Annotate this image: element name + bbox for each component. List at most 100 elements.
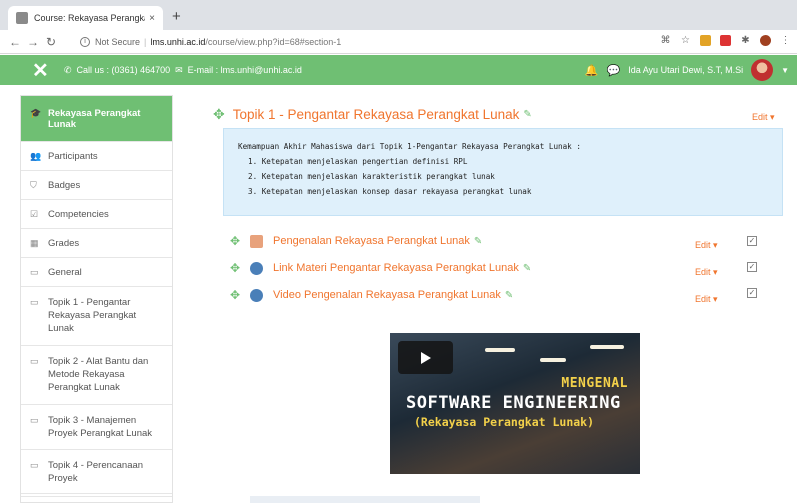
drawer-item-label: Rekayasa Perangkat Lunak bbox=[48, 108, 141, 130]
user-area: 🔔 💬 Ida Ayu Utari Dewi, S.T, M.Si ▼ bbox=[585, 59, 789, 81]
puzzle-icon[interactable]: ✱ bbox=[740, 35, 751, 46]
section-header: ✥ Topik 1 - Pengantar Rekayasa Perangkat… bbox=[213, 106, 532, 123]
star-icon[interactable]: ☆ bbox=[680, 35, 691, 46]
play-icon bbox=[420, 351, 431, 364]
drawer-item-label: Topik 2 - Alat Bantu dan Metode Rekayasa… bbox=[48, 356, 149, 393]
folder-icon: ▭ bbox=[30, 415, 39, 425]
drawer-item-topik-1[interactable]: ▭ Topik 1 - Pengantar Rekayasa Perangkat… bbox=[21, 287, 172, 346]
ceiling-light bbox=[540, 358, 566, 362]
edit-label: Edit bbox=[695, 267, 711, 277]
tab-close-icon[interactable]: × bbox=[149, 13, 155, 24]
play-button[interactable] bbox=[398, 341, 453, 374]
pencil-icon[interactable]: ✎ bbox=[474, 236, 482, 247]
activity-item: ✥ Video Pengenalan Rekayasa Perangkat Lu… bbox=[230, 286, 513, 304]
drawer-item-competencies[interactable]: ☑ Competencies bbox=[21, 200, 172, 229]
activity-item: ✥ Pengenalan Rekayasa Perangkat Lunak ✎ bbox=[230, 232, 482, 250]
browser-toolbar: ← → ↻ i Not Secure | lms.unhi.ac.id /cou… bbox=[0, 30, 797, 54]
moodle-favicon-icon bbox=[16, 12, 28, 24]
drawer-item-course[interactable]: 🎓 Rekayasa Perangkat Lunak bbox=[21, 96, 172, 142]
site-navbar: ✕ ✆ Call us : (0361) 464700 ✉ E-mail : l… bbox=[0, 55, 797, 85]
reload-icon[interactable]: ↻ bbox=[42, 35, 60, 49]
activity-name[interactable]: Pengenalan Rekayasa Perangkat Lunak bbox=[273, 235, 470, 247]
move-icon[interactable]: ✥ bbox=[230, 288, 250, 302]
drawer-close-button[interactable]: ✕ bbox=[32, 58, 50, 83]
ceiling-light bbox=[590, 345, 624, 349]
browser-tab-strip: Course: Rekayasa Perangkat L × + bbox=[0, 0, 797, 30]
activity-name[interactable]: Link Materi Pengantar Rekayasa Perangkat… bbox=[273, 262, 519, 274]
ceiling-light bbox=[485, 348, 515, 352]
users-icon: 👥 bbox=[30, 151, 42, 161]
move-icon[interactable]: ✥ bbox=[230, 261, 250, 275]
back-arrow-icon[interactable]: ← bbox=[6, 35, 24, 49]
table-icon: ▦ bbox=[30, 238, 39, 248]
next-activity-peek bbox=[230, 494, 760, 503]
folder-icon: ▭ bbox=[30, 356, 39, 366]
url-path: /course/view.php?id=68#section-1 bbox=[205, 36, 342, 47]
url-separator: | bbox=[144, 36, 147, 47]
drawer-item-label: Topik 1 - Pengantar Rekayasa Perangkat L… bbox=[48, 297, 137, 334]
mail-icon: ✉ bbox=[175, 64, 183, 75]
pencil-icon[interactable]: ✎ bbox=[505, 290, 513, 301]
phone-icon: ✆ bbox=[64, 64, 72, 75]
completion-checkbox[interactable]: ✓ bbox=[747, 236, 757, 246]
pencil-icon[interactable]: ✎ bbox=[523, 263, 531, 274]
drawer-item-label: Topik 4 - Perencanaan Proyek bbox=[48, 460, 144, 484]
avatar[interactable] bbox=[751, 59, 774, 81]
nav-drawer: 🎓 Rekayasa Perangkat Lunak 👥 Participant… bbox=[20, 95, 173, 503]
link-icon bbox=[250, 288, 263, 302]
chat-icon[interactable]: 💬 bbox=[607, 64, 621, 77]
activity-name[interactable]: Video Pengenalan Rekayasa Perangkat Luna… bbox=[273, 289, 501, 301]
drawer-item-participants[interactable]: 👥 Participants bbox=[21, 142, 172, 171]
contact-info: ✆ Call us : (0361) 464700 ✉ E-mail : lms… bbox=[64, 65, 302, 76]
completion-checkbox[interactable]: ✓ bbox=[747, 288, 757, 298]
section-edit-menu[interactable]: Edit ▾ bbox=[752, 112, 775, 123]
address-bar[interactable]: i Not Secure | lms.unhi.ac.id /course/vi… bbox=[80, 32, 680, 51]
move-icon[interactable]: ✥ bbox=[213, 106, 225, 123]
drawer-item-grades[interactable]: ▦ Grades bbox=[21, 229, 172, 258]
summary-intro: Kemampuan Akhir Mahasiswa dari Topik 1-P… bbox=[238, 142, 581, 151]
activity-edit-menu[interactable]: Edit ▾ bbox=[695, 267, 718, 278]
folder-icon: ▭ bbox=[30, 460, 39, 470]
url-host: lms.unhi.ac.id bbox=[150, 36, 206, 47]
extension-icon[interactable] bbox=[720, 35, 731, 46]
drawer-item-topik-4[interactable]: ▭ Topik 4 - Perencanaan Proyek bbox=[21, 450, 172, 494]
video-title-line2: SOFTWARE ENGINEERING bbox=[406, 393, 621, 413]
profile-avatar-icon[interactable] bbox=[760, 35, 771, 46]
edit-label: Edit bbox=[695, 294, 711, 304]
menu-dots-icon[interactable]: ⋮ bbox=[780, 35, 791, 46]
section-title[interactable]: Topik 1 - Pengantar Rekayasa Perangkat L… bbox=[233, 107, 520, 122]
drawer-item-label: Competencies bbox=[48, 209, 109, 220]
move-icon[interactable]: ✥ bbox=[230, 234, 250, 248]
new-tab-button[interactable]: + bbox=[172, 8, 181, 25]
edit-label: Edit bbox=[752, 112, 768, 122]
activity-edit-menu[interactable]: Edit ▾ bbox=[695, 294, 718, 305]
toolbar-icons: ⌘ ☆ ✱ ⋮ bbox=[660, 35, 791, 46]
video-embed[interactable]: MENGENAL SOFTWARE ENGINEERING (Rekayasa … bbox=[390, 333, 640, 474]
extension-icon[interactable] bbox=[700, 35, 711, 46]
folder-icon: ▭ bbox=[30, 267, 39, 277]
section-summary: Kemampuan Akhir Mahasiswa dari Topik 1-P… bbox=[223, 128, 783, 216]
folder-icon: ▭ bbox=[30, 297, 39, 307]
user-name[interactable]: Ida Ayu Utari Dewi, S.T, M.Si bbox=[628, 65, 743, 75]
activity-edit-menu[interactable]: Edit ▾ bbox=[695, 240, 718, 251]
chevron-down-icon[interactable]: ▼ bbox=[781, 66, 789, 75]
pencil-icon[interactable]: ✎ bbox=[523, 109, 531, 120]
info-icon[interactable]: i bbox=[80, 36, 90, 47]
completion-checkbox[interactable]: ✓ bbox=[747, 262, 757, 272]
drawer-item-topik-3[interactable]: ▭ Topik 3 - Manajemen Proyek Perangkat L… bbox=[21, 405, 172, 450]
edit-label: Edit bbox=[695, 240, 711, 250]
translate-icon[interactable]: ⌘ bbox=[660, 35, 671, 46]
shield-icon: ⛉ bbox=[30, 180, 37, 190]
link-icon bbox=[250, 261, 263, 275]
drawer-item-badges[interactable]: ⛉ Badges bbox=[21, 171, 172, 200]
video-title-line1: MENGENAL bbox=[561, 376, 628, 391]
course-content: ✥ Topik 1 - Pengantar Rekayasa Perangkat… bbox=[195, 88, 797, 503]
browser-tab[interactable]: Course: Rekayasa Perangkat L × bbox=[8, 6, 163, 30]
bell-icon[interactable]: 🔔 bbox=[585, 64, 599, 77]
activity-item: ✥ Link Materi Pengantar Rekayasa Perangk… bbox=[230, 259, 531, 277]
summary-item: 1. Ketepatan menjelaskan pengertian defi… bbox=[248, 157, 468, 166]
drawer-item-topik-2[interactable]: ▭ Topik 2 - Alat Bantu dan Metode Rekaya… bbox=[21, 346, 172, 405]
drawer-item-general[interactable]: ▭ General bbox=[21, 258, 172, 287]
forward-arrow-icon[interactable]: → bbox=[24, 35, 42, 49]
video-title-line3: (Rekayasa Perangkat Lunak) bbox=[414, 415, 595, 429]
